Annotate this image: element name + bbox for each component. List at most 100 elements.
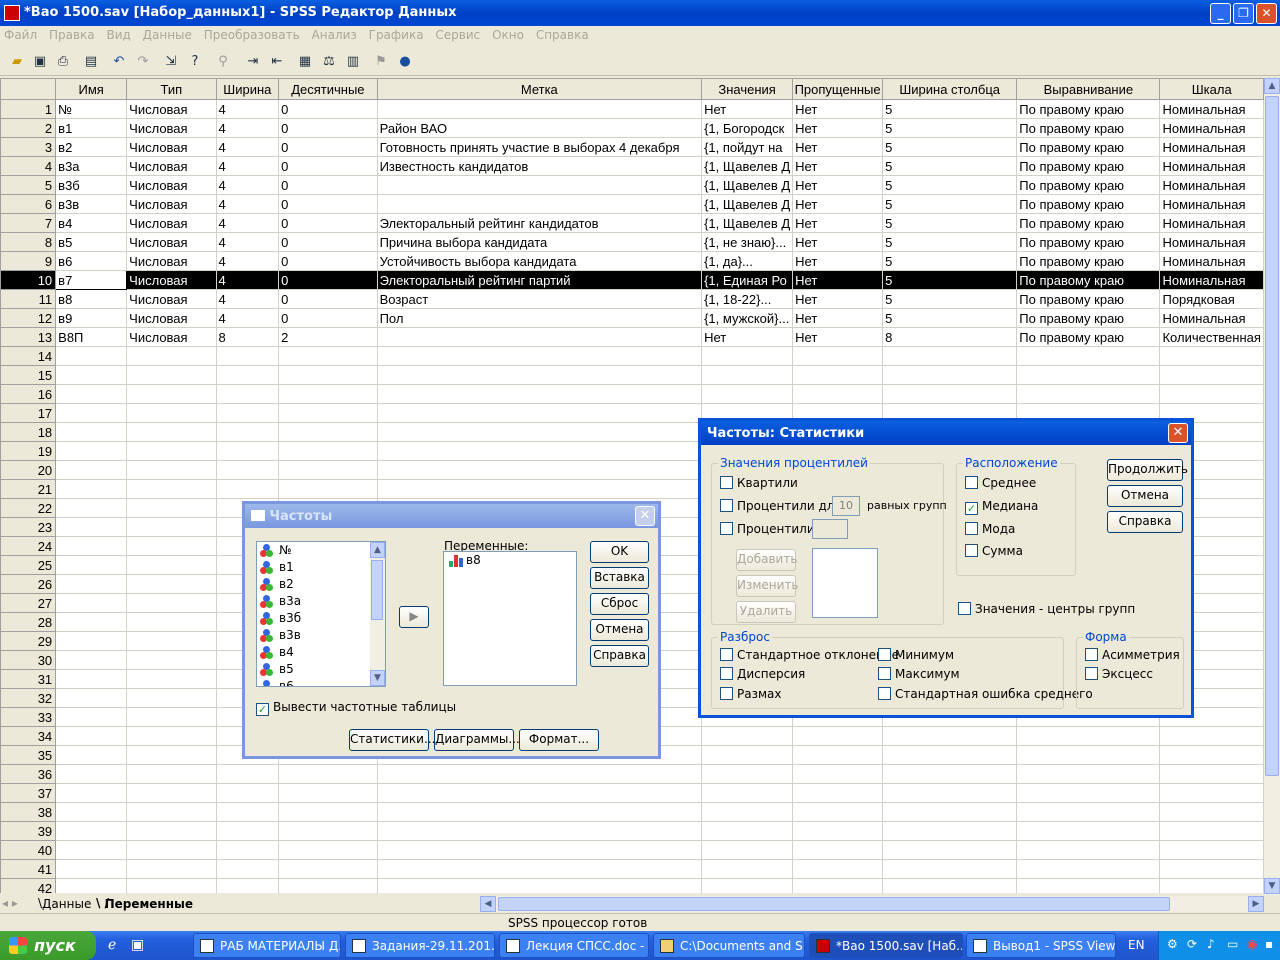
cell-missing[interactable] [792, 840, 884, 860]
display-frequency-tables-checkbox[interactable]: ✓ Вывести частотные таблицы [256, 700, 456, 716]
cell-align[interactable]: По правому краю [1016, 175, 1161, 195]
table-row[interactable]: 1 № Числовая 4 0 Нет Нет 5 По правому краю Номина… [0, 99, 1264, 119]
cell-decimals[interactable]: 0 [278, 194, 378, 214]
cell-values[interactable]: {1, 18-22}... [701, 289, 794, 309]
table-row[interactable]: 16 [0, 384, 1264, 404]
cell-columns[interactable]: 5 [882, 194, 1018, 214]
row-number[interactable]: 33 [0, 707, 57, 727]
cell-width[interactable]: 4 [215, 251, 280, 271]
cell-align[interactable]: По правому краю [1016, 232, 1161, 252]
table-row[interactable]: 10 в7 Числовая 4 0 Электоральный рейтинг парт… [0, 270, 1264, 290]
cell-name[interactable] [55, 669, 128, 689]
cell-type[interactable] [126, 821, 217, 841]
goto-case-icon[interactable]: ⇲ [162, 53, 180, 71]
row-number[interactable]: 25 [0, 555, 57, 575]
cell-missing[interactable]: Нет [792, 251, 884, 271]
cell-type[interactable] [126, 878, 217, 893]
frequencies-close-button[interactable]: ✕ [635, 506, 655, 526]
row-number[interactable]: 27 [0, 593, 57, 613]
cell-type[interactable] [126, 840, 217, 860]
target-variable-item[interactable]: в8 [444, 552, 576, 569]
cell-values[interactable]: {1, Единая Ро [701, 270, 794, 290]
horizontal-scroll-thumb[interactable] [498, 897, 1170, 911]
cell-columns[interactable] [882, 802, 1018, 822]
cell-align[interactable] [1016, 783, 1161, 803]
cell-align[interactable] [1016, 878, 1161, 893]
row-number[interactable]: 28 [0, 612, 57, 632]
cell-decimals[interactable] [278, 384, 378, 404]
row-number[interactable]: 5 [0, 175, 57, 195]
row-number[interactable]: 20 [0, 460, 57, 480]
quartiles-checkbox[interactable]: Квартили [720, 476, 798, 490]
cell-align[interactable] [1016, 384, 1161, 404]
cell-type[interactable] [126, 631, 217, 651]
cell-measure[interactable] [1159, 764, 1264, 784]
cell-width[interactable] [215, 878, 280, 893]
cell-type[interactable]: Числовая [126, 194, 217, 214]
cell-missing[interactable] [792, 802, 884, 822]
cell-missing[interactable]: Нет [792, 99, 884, 119]
cell-type[interactable] [126, 669, 217, 689]
cell-width[interactable]: 4 [215, 175, 280, 195]
cell-width[interactable]: 4 [215, 99, 280, 119]
cell-align[interactable]: По правому краю [1016, 99, 1161, 119]
cell-decimals[interactable]: 0 [278, 156, 378, 176]
cell-type[interactable]: Числовая [126, 270, 217, 290]
cell-values[interactable] [701, 346, 794, 366]
cell-label[interactable] [376, 327, 703, 347]
cell-decimals[interactable] [278, 365, 378, 385]
cell-label[interactable] [376, 460, 703, 480]
cell-type[interactable]: Числовая [126, 99, 217, 119]
cell-decimals[interactable] [278, 764, 378, 784]
cell-decimals[interactable]: 0 [278, 213, 378, 233]
cell-label[interactable] [376, 365, 703, 385]
cell-type[interactable] [126, 802, 217, 822]
se-mean-checkbox[interactable]: Стандартная ошибка среднего [878, 687, 1093, 701]
cell-align[interactable]: По правому краю [1016, 251, 1161, 271]
menu-analyze[interactable]: Анализ [308, 26, 361, 44]
row-number[interactable]: 31 [0, 669, 57, 689]
cell-width[interactable]: 4 [215, 289, 280, 309]
cell-width[interactable] [215, 441, 280, 461]
cell-missing[interactable] [792, 365, 884, 385]
spss-app-icon[interactable] [4, 5, 20, 21]
cell-align[interactable]: По правому краю [1016, 289, 1161, 309]
cell-values[interactable]: Нет [701, 327, 794, 347]
row-number[interactable]: 6 [0, 194, 57, 214]
cell-align[interactable]: По правому краю [1016, 327, 1161, 347]
cell-columns[interactable] [882, 821, 1018, 841]
cell-decimals[interactable]: 0 [278, 251, 378, 271]
undo-icon[interactable]: ↶ [110, 53, 128, 71]
taskbar-item-word-1[interactable]: РАБ МАТЕРИАЛЫ Д... [193, 933, 341, 958]
cell-align[interactable]: По правому краю [1016, 270, 1161, 290]
cell-name[interactable] [55, 555, 128, 575]
col-header-type[interactable]: Тип [126, 78, 217, 100]
vertical-scroll-thumb[interactable] [1265, 96, 1279, 776]
cell-decimals[interactable]: 0 [278, 175, 378, 195]
row-number[interactable]: 10 [0, 270, 57, 290]
cell-columns[interactable]: 5 [882, 251, 1018, 271]
minimum-checkbox[interactable]: Минимум [878, 648, 954, 662]
select-cases-icon[interactable]: ▥ [344, 53, 362, 71]
cell-align[interactable]: По правому краю [1016, 118, 1161, 138]
cell-columns[interactable] [882, 346, 1018, 366]
cell-label[interactable] [376, 840, 703, 860]
source-variable-list[interactable]: № в1 в2 в3а в3б в3в в4 в5 в6 ▲ ▼ [256, 541, 386, 687]
col-header-values[interactable]: Значения [701, 78, 794, 100]
open-icon[interactable]: ▰ [8, 53, 26, 71]
row-number[interactable]: 15 [0, 365, 57, 385]
cell-missing[interactable] [792, 726, 884, 746]
cell-type[interactable] [126, 536, 217, 556]
table-row[interactable]: 15 [0, 365, 1264, 385]
table-row[interactable]: 14 [0, 346, 1264, 366]
cell-columns[interactable]: 5 [882, 232, 1018, 252]
row-number[interactable]: 9 [0, 251, 57, 271]
cell-missing[interactable]: Нет [792, 194, 884, 214]
cell-name[interactable]: в1 [55, 118, 128, 138]
cell-measure[interactable] [1159, 878, 1264, 893]
cell-name[interactable]: в7 [55, 270, 128, 290]
row-number[interactable]: 34 [0, 726, 57, 746]
cell-label[interactable]: Возраст [376, 289, 703, 309]
help-button[interactable]: Справка [590, 645, 649, 667]
cell-type[interactable] [126, 726, 217, 746]
